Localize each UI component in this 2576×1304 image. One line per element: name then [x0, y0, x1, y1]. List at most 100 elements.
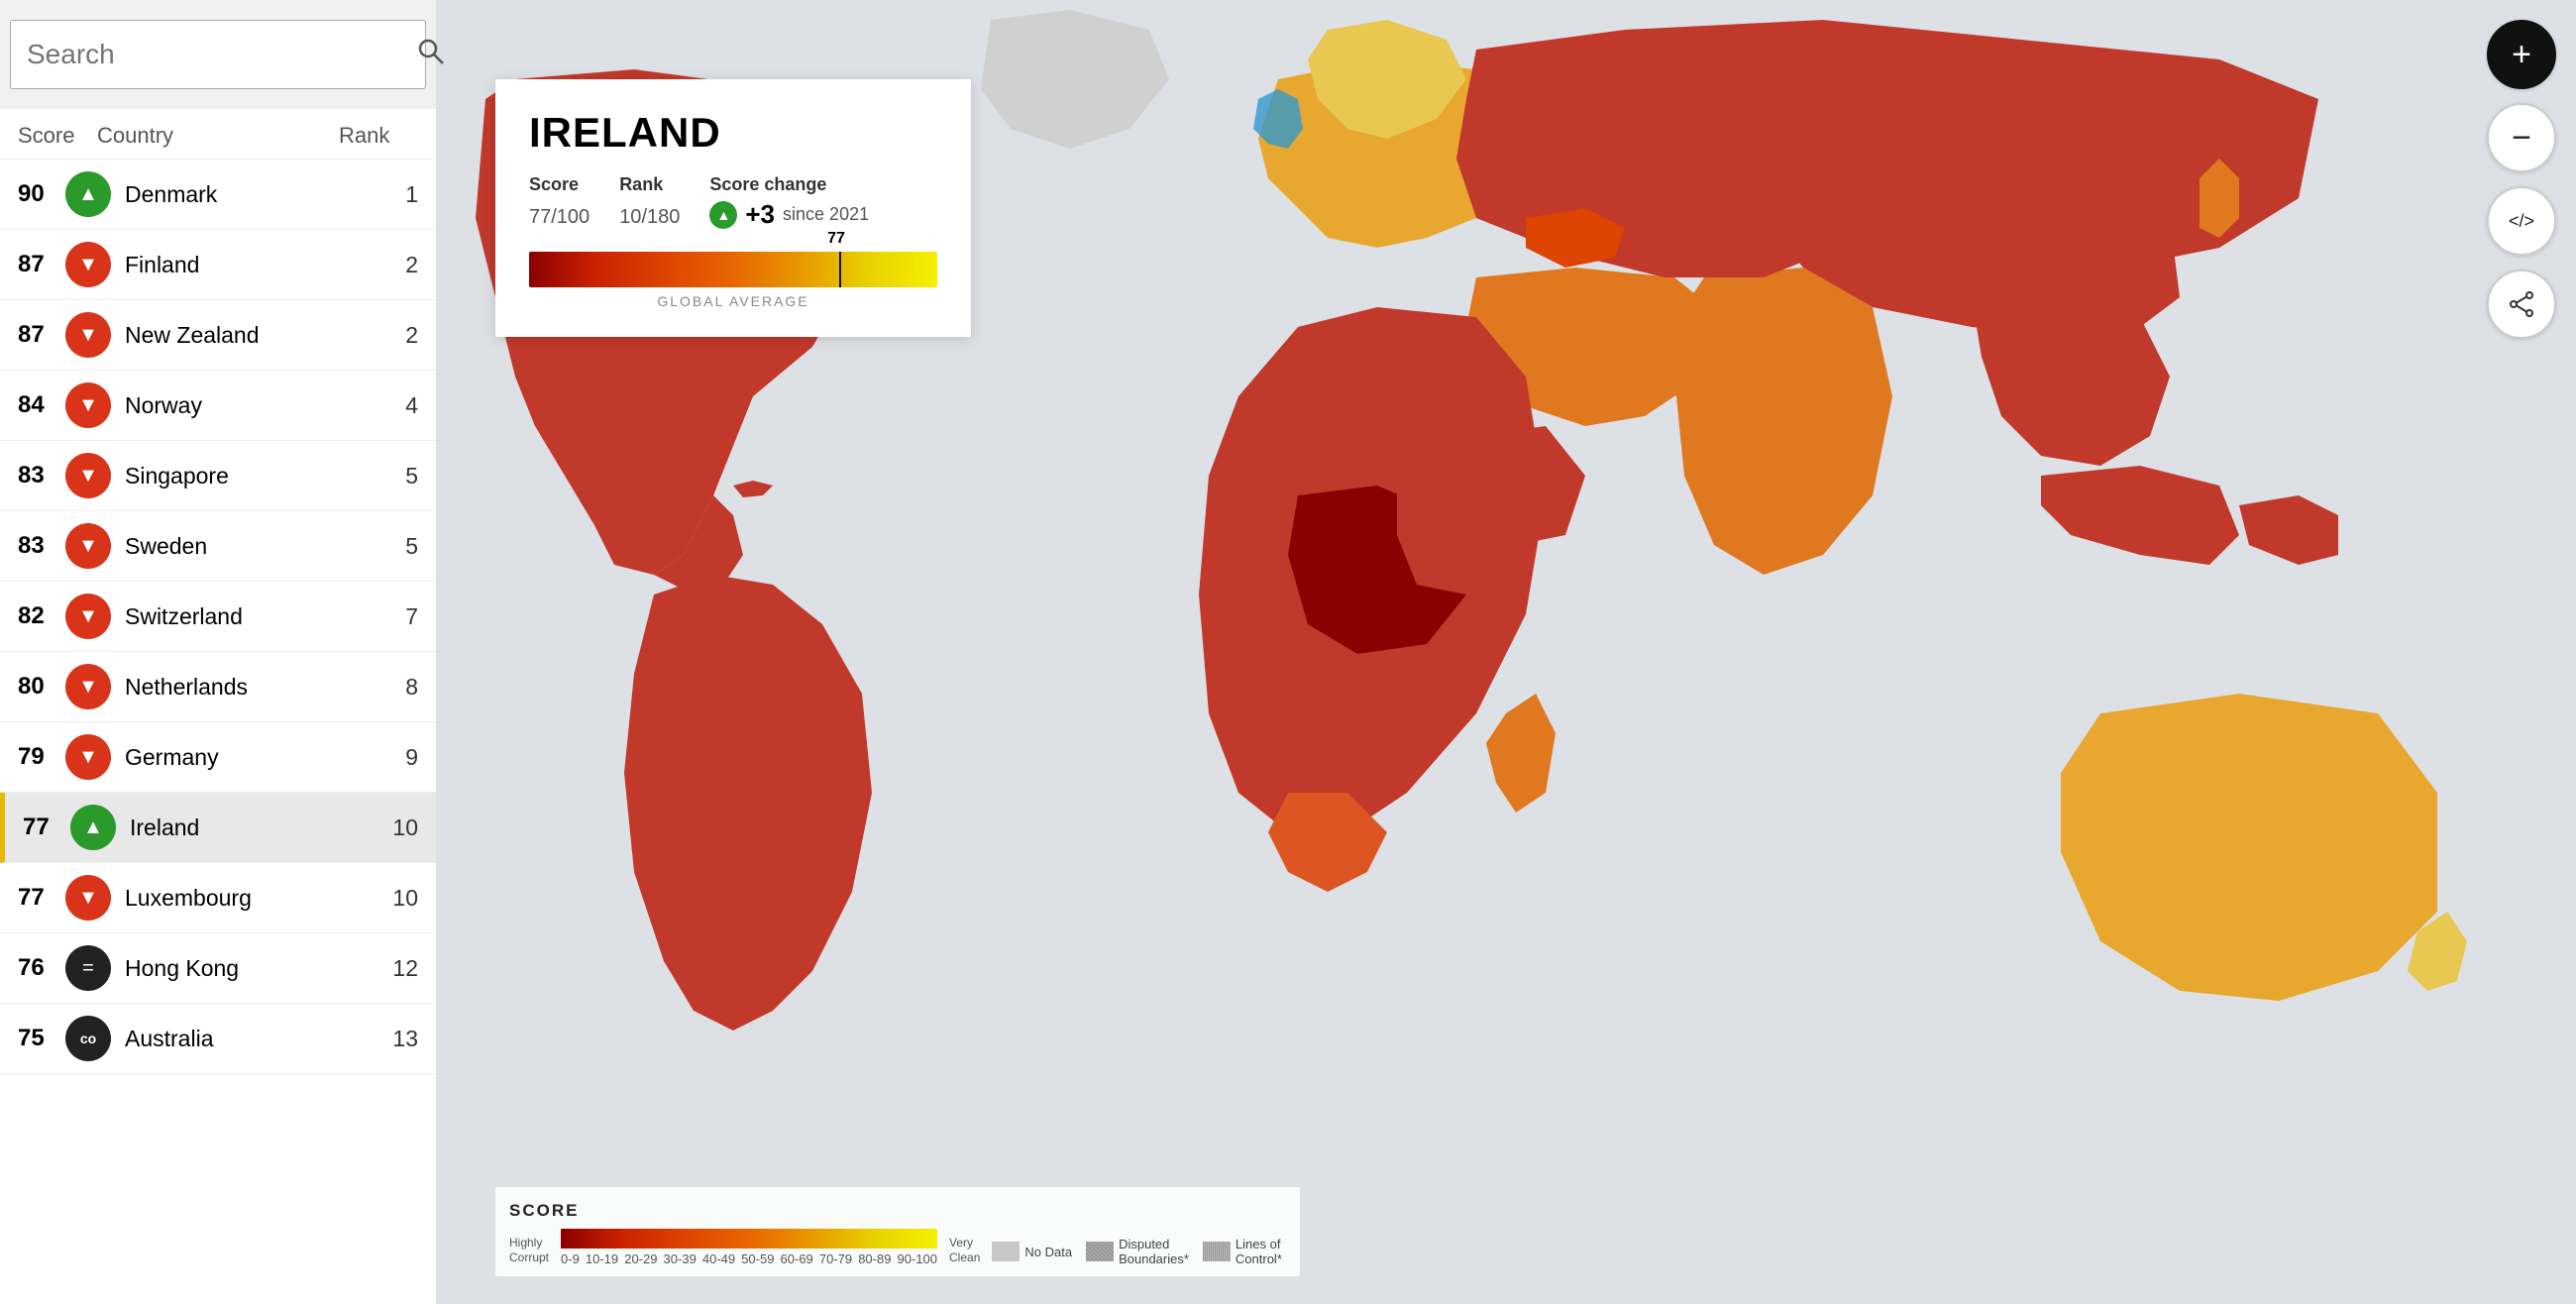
header-rank: Rank — [339, 123, 418, 149]
country-row[interactable]: 83 ▼ Singapore 5 — [0, 441, 436, 511]
country-score: 79 — [18, 743, 65, 771]
lines-label: Lines ofControl* — [1235, 1237, 1282, 1266]
map-controls: + − </> — [2487, 20, 2556, 339]
popup-rank-label: Rank — [619, 174, 680, 195]
country-row[interactable]: 77 ▼ Luxembourg 10 — [0, 863, 436, 933]
header-country: Country — [97, 123, 339, 149]
country-score: 83 — [18, 532, 65, 560]
country-score: 84 — [18, 391, 65, 419]
search-area — [10, 20, 426, 89]
legend-gradient-labels: 0-9 10-19 20-29 30-39 40-49 50-59 60-69 … — [561, 1251, 937, 1266]
score-marker: 77 — [827, 230, 845, 248]
info-popup: IRELAND Score 77/100 Rank 10/180 Score c… — [495, 79, 971, 337]
sidebar: Score Country Rank 90 ▲ Denmark 1 87 ▼ F… — [0, 109, 436, 1304]
country-row[interactable]: 83 ▼ Sweden 5 — [0, 511, 436, 582]
global-avg-label: GLOBAL AVERAGE — [529, 293, 937, 309]
country-row[interactable]: 90 ▲ Denmark 1 — [0, 160, 436, 230]
country-row[interactable]: 84 ▼ Norway 4 — [0, 371, 436, 441]
country-trend-arrow: ▲ — [65, 171, 111, 217]
legend-gradient-bar — [561, 1229, 937, 1249]
popup-rank-denom: /180 — [641, 206, 680, 228]
country-name: Sweden — [125, 533, 359, 560]
legend-no-data: No Data — [992, 1242, 1072, 1261]
country-rank: 9 — [359, 744, 418, 771]
popup-change-since: since 2021 — [783, 204, 869, 225]
sidebar-header: Score Country Rank — [0, 109, 436, 160]
country-score: 76 — [18, 954, 65, 982]
legend-left-label: HighlyCorrupt — [509, 1236, 549, 1266]
country-name: Norway — [125, 392, 359, 419]
country-name: Australia — [125, 1026, 359, 1052]
country-list: 90 ▲ Denmark 1 87 ▼ Finland 2 87 ▼ New Z… — [0, 160, 436, 1074]
popup-change-label: Score change — [709, 174, 869, 195]
country-rank: 2 — [359, 322, 418, 349]
country-rank: 2 — [359, 252, 418, 278]
country-score: 82 — [18, 602, 65, 630]
popup-change-arrow: ▲ — [709, 201, 737, 229]
country-rank: 1 — [359, 181, 418, 208]
country-score: 83 — [18, 462, 65, 489]
country-rank: 4 — [359, 392, 418, 419]
map-area[interactable]: IRELAND Score 77/100 Rank 10/180 Score c… — [436, 0, 2576, 1304]
country-rank: 13 — [359, 1026, 418, 1052]
popup-score-num: 77 — [529, 206, 551, 228]
country-trend-arrow: ▼ — [65, 875, 111, 921]
zoom-in-button[interactable]: + — [2487, 20, 2556, 89]
country-rank: 5 — [359, 463, 418, 489]
country-trend-arrow: ▼ — [65, 453, 111, 498]
country-name: Germany — [125, 744, 359, 771]
lines-swatch — [1203, 1242, 1231, 1261]
no-data-swatch — [992, 1242, 1020, 1261]
country-rank: 7 — [359, 603, 418, 630]
zoom-out-button[interactable]: − — [2487, 103, 2556, 172]
country-row[interactable]: 87 ▼ New Zealand 2 — [0, 300, 436, 371]
country-trend-arrow: ▼ — [65, 382, 111, 428]
popup-country-title: IRELAND — [529, 109, 937, 157]
country-trend-arrow: ▼ — [65, 664, 111, 709]
country-row[interactable]: 80 ▼ Netherlands 8 — [0, 652, 436, 722]
popup-score-label: Score — [529, 174, 590, 195]
country-trend-arrow: ▼ — [65, 734, 111, 780]
country-row[interactable]: 75 co Australia 13 — [0, 1004, 436, 1074]
country-name: New Zealand — [125, 322, 359, 349]
country-score: 75 — [18, 1025, 65, 1052]
disputed-label: DisputedBoundaries* — [1119, 1237, 1189, 1266]
popup-rank-group: Rank 10/180 — [619, 174, 680, 230]
country-row[interactable]: 76 = Hong Kong 12 — [0, 933, 436, 1004]
country-row[interactable]: 87 ▼ Finland 2 — [0, 230, 436, 300]
disputed-swatch — [1086, 1242, 1114, 1261]
popup-score-group: Score 77/100 — [529, 174, 590, 230]
score-bar: 77 — [529, 252, 937, 287]
country-row[interactable]: 79 ▼ Germany 9 — [0, 722, 436, 793]
country-name: Denmark — [125, 181, 359, 208]
embed-button[interactable]: </> — [2487, 186, 2556, 256]
country-name: Hong Kong — [125, 955, 359, 982]
country-name: Ireland — [130, 815, 359, 841]
search-input[interactable] — [11, 39, 400, 70]
country-score: 87 — [18, 321, 65, 349]
country-score: 87 — [18, 251, 65, 278]
legend-extra-swatches: No Data DisputedBoundaries* Lines ofCont… — [992, 1237, 1282, 1266]
header-score: Score — [18, 123, 97, 149]
legend-title: SCORE — [509, 1201, 1282, 1221]
country-name: Switzerland — [125, 603, 359, 630]
country-rank: 12 — [359, 955, 418, 982]
popup-rank-num: 10 — [619, 206, 641, 228]
search-button[interactable] — [400, 37, 462, 73]
country-trend-arrow: = — [65, 945, 111, 991]
popup-score-value: 77/100 — [529, 199, 590, 230]
score-bar-container: 77 GLOBAL AVERAGE — [529, 252, 937, 309]
legend: SCORE HighlyCorrupt 0-9 10-19 20-29 30-3… — [495, 1187, 1300, 1276]
country-trend-arrow: co — [65, 1016, 111, 1061]
country-row[interactable]: 77 ▲ Ireland 10 — [0, 793, 436, 863]
share-button[interactable] — [2487, 270, 2556, 339]
popup-change-amount: +3 — [745, 199, 775, 230]
no-data-label: No Data — [1024, 1245, 1072, 1259]
country-trend-arrow: ▼ — [65, 594, 111, 639]
country-row[interactable]: 82 ▼ Switzerland 7 — [0, 582, 436, 652]
country-rank: 10 — [359, 815, 418, 841]
country-trend-arrow: ▼ — [65, 312, 111, 358]
country-rank: 5 — [359, 533, 418, 560]
country-name: Finland — [125, 252, 359, 278]
popup-rank-value: 10/180 — [619, 199, 680, 230]
